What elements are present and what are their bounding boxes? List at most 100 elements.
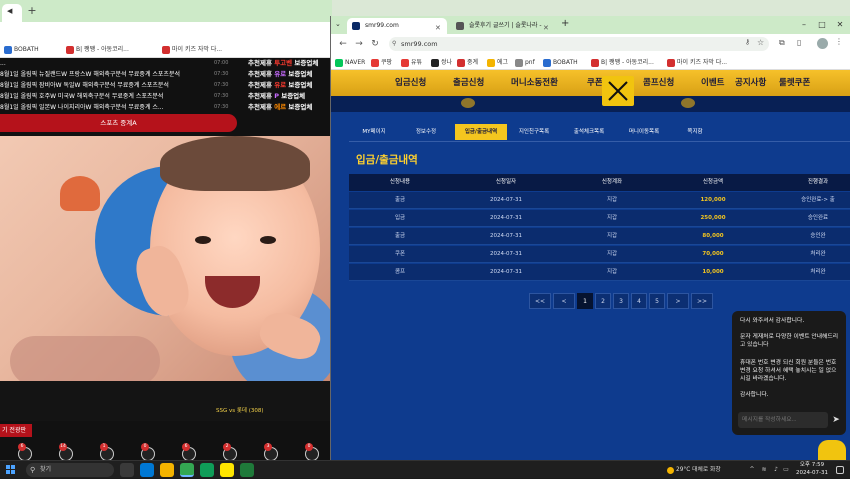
partner-pick[interactable]: 추천제휴 P 보증업체 [248,91,332,102]
page-button[interactable]: 1 [577,293,593,309]
site-nav-item[interactable]: 이벤트 [701,70,724,96]
notification-icon[interactable] [836,466,844,474]
last-page-button[interactable]: >> [691,293,713,309]
left-bookmark-item[interactable]: B| 쨍쨍 - 아동코리... [66,44,129,55]
site-nav-item[interactable]: 콤프신청 [643,70,674,96]
news-title[interactable]: 8월1일 올림픽 잠비아W 독일W 해외축구분석 무료중계 스포츠분석 [0,80,195,91]
profile-avatar[interactable] [817,38,828,49]
tray-chevron-icon[interactable]: ^ [748,466,756,474]
chat-logo-icon[interactable] [818,440,846,460]
left-address-bar[interactable] [0,22,332,40]
news-row[interactable]: ... 07:00 추천제휴 투고벤 보증업체 [0,58,332,69]
maximize-icon[interactable]: □ [815,18,829,32]
table-row[interactable]: 쿠폰 2024-07-31 지갑 70,000 처리완 [349,246,850,263]
close-popup-button[interactable] [602,76,634,106]
news-title[interactable]: 8월1일 올림픽 뉴질랜드W 프랑스W 해외축구분석 무료중계 스포츠분석 [0,69,195,80]
site-info-icon[interactable]: ⚲ [392,40,400,48]
taskbar-app-icon[interactable] [180,463,194,477]
table-row[interactable]: 입금 2024-07-31 지갑 250,000 승인완료 [349,210,850,227]
taskbar-app-icon[interactable] [200,463,214,477]
extensions-icon[interactable]: ⧉ [779,38,785,48]
new-tab-icon[interactable]: + [26,5,38,17]
tab-slot-review[interactable]: 슬롯후기 글쓰기 | 슬롯나라 - ✕ [451,18,555,34]
sub-tab[interactable]: 지인친구목록 [509,124,559,140]
site-nav-item[interactable]: 공지사항 [735,70,766,96]
minimize-icon[interactable]: – [797,18,811,32]
page-button[interactable]: 3 [613,293,629,309]
taskbar-app-icon[interactable] [240,463,254,477]
left-bookmark-item[interactable]: BOBATH [4,44,39,55]
url-field[interactable]: ⚲ smr99.com ⚷ ☆ [389,37,769,51]
right-bookmark-item[interactable]: BOBATH [543,57,578,68]
sports-broadcast-button[interactable]: 스포츠 중계A [0,114,237,132]
news-row[interactable]: 8월1일 올림픽 호주W 미국W 해외축구분석 무료중계 스포츠분석 07:30 추… [0,91,332,102]
tab-smr99[interactable]: smr99.com ✕ [347,18,447,34]
news-title[interactable]: 8월1일 올림픽 호주W 미국W 해외축구분석 무료중계 스포츠분석 [0,91,195,102]
weather-text[interactable]: 29°C 대체로 화창 [676,463,746,477]
table-row[interactable]: 출금 2024-07-31 지갑 80,000 승인완 [349,228,850,245]
taskbar-app-icon[interactable] [140,463,154,477]
site-nav-item[interactable]: 룰렛쿠폰 [779,70,810,96]
right-bookmark-item[interactable]: 마이 키즈 자막 다... [667,57,727,68]
partner-pick[interactable]: 추천제휴 투고벤 보증업체 [248,58,332,69]
back-icon[interactable]: ← [337,38,349,50]
partner-pick[interactable]: 추천제휴 유로 보증업체 [248,69,332,80]
sidebar-icon[interactable]: ▯ [797,38,801,47]
forward-icon[interactable]: → [353,38,365,50]
network-icon[interactable]: ≋ [760,466,768,474]
volume-icon[interactable]: ♪ [772,466,780,474]
star-icon[interactable]: ☆ [757,38,764,47]
new-tab-icon[interactable]: + [561,18,569,29]
site-nav-item[interactable]: 머니소동전환 [511,70,558,96]
close-window-icon[interactable]: ✕ [833,18,847,32]
right-bookmark-item[interactable]: 쌍나 [431,57,452,68]
sub-tab[interactable]: 입금/출금내역 [455,124,507,140]
news-title[interactable]: 8월1일 올림픽 일본W 나이지리아W 해외축구분석 무료중계 스... [0,102,195,113]
site-nav-item[interactable]: 출금신청 [453,70,484,96]
windows-start-icon[interactable] [6,465,15,474]
news-row[interactable]: 8월1일 올림픽 잠비아W 독일W 해외축구분석 무료중계 스포츠분석 07:30… [0,80,332,91]
scoreboard-tag[interactable]: 기 전광판 [0,424,32,437]
next-page-button[interactable]: > [667,293,689,309]
right-bookmark-item[interactable]: 중계 [457,57,478,68]
send-icon[interactable]: ➤ [830,414,842,426]
partner-pick[interactable]: 추천제휴 에르 보증업체 [248,102,332,113]
reload-icon[interactable]: ↻ [369,38,381,50]
right-bookmark-item[interactable]: 에그 [487,57,508,68]
menu-icon[interactable]: ⋮ [835,37,843,46]
sub-tab[interactable]: 쪽지함 [673,124,717,140]
sub-tab[interactable]: 머니이동목록 [619,124,669,140]
first-page-button[interactable]: << [529,293,551,309]
taskbar-search[interactable]: ⚲ 찾기 [26,463,114,477]
right-bookmark-item[interactable]: pnf [515,57,535,68]
taskbar-app-icon[interactable] [120,463,134,477]
left-active-tab[interactable]: ◀︎ [2,4,22,22]
right-bookmark-item[interactable]: B| 쨍쨍 - 아동코리... [591,57,654,68]
key-icon[interactable]: ⚷ [745,38,750,46]
clock[interactable]: 오후 7:59 2024-07-31 [792,462,832,477]
sub-tab[interactable]: MY페이지 [349,124,399,140]
taskbar-app-icon[interactable] [220,463,234,477]
news-row[interactable]: 8월1일 올림픽 일본W 나이지리아W 해외축구분석 무료중계 스... 07:3… [0,102,332,113]
video-player[interactable] [0,136,330,381]
battery-icon[interactable]: ▭ [782,466,790,474]
sub-tab[interactable]: 정보수정 [401,124,451,140]
tab-close-icon[interactable]: ✕ [543,20,553,34]
right-bookmark-item[interactable]: 쿠팡 [371,57,392,68]
site-nav-item[interactable]: 쿠폰 [587,70,603,96]
table-row[interactable]: 콤프 2024-07-31 지갑 10,000 처리완 [349,264,850,281]
news-title[interactable]: ... [0,58,195,69]
page-button[interactable]: 2 [595,293,611,309]
chat-input[interactable] [738,412,828,428]
partner-pick[interactable]: 추천제휴 유로 보증업체 [248,80,332,91]
page-button[interactable]: 5 [649,293,665,309]
left-bookmark-item[interactable]: 마이 키즈 자막 다... [162,44,222,55]
right-bookmark-item[interactable]: NAVER [335,57,365,68]
table-row[interactable]: 출금 2024-07-31 지갑 120,000 승인완료-> 출 [349,192,850,209]
sub-tab[interactable]: 출석체크목록 [563,124,615,140]
news-row[interactable]: 8월1일 올림픽 뉴질랜드W 프랑스W 해외축구분석 무료중계 스포츠분석 07:… [0,69,332,80]
taskbar-app-icon[interactable] [160,463,174,477]
page-button[interactable]: 4 [631,293,647,309]
tab-close-icon[interactable]: ✕ [435,20,445,34]
site-nav-item[interactable]: 입금신청 [395,70,426,96]
